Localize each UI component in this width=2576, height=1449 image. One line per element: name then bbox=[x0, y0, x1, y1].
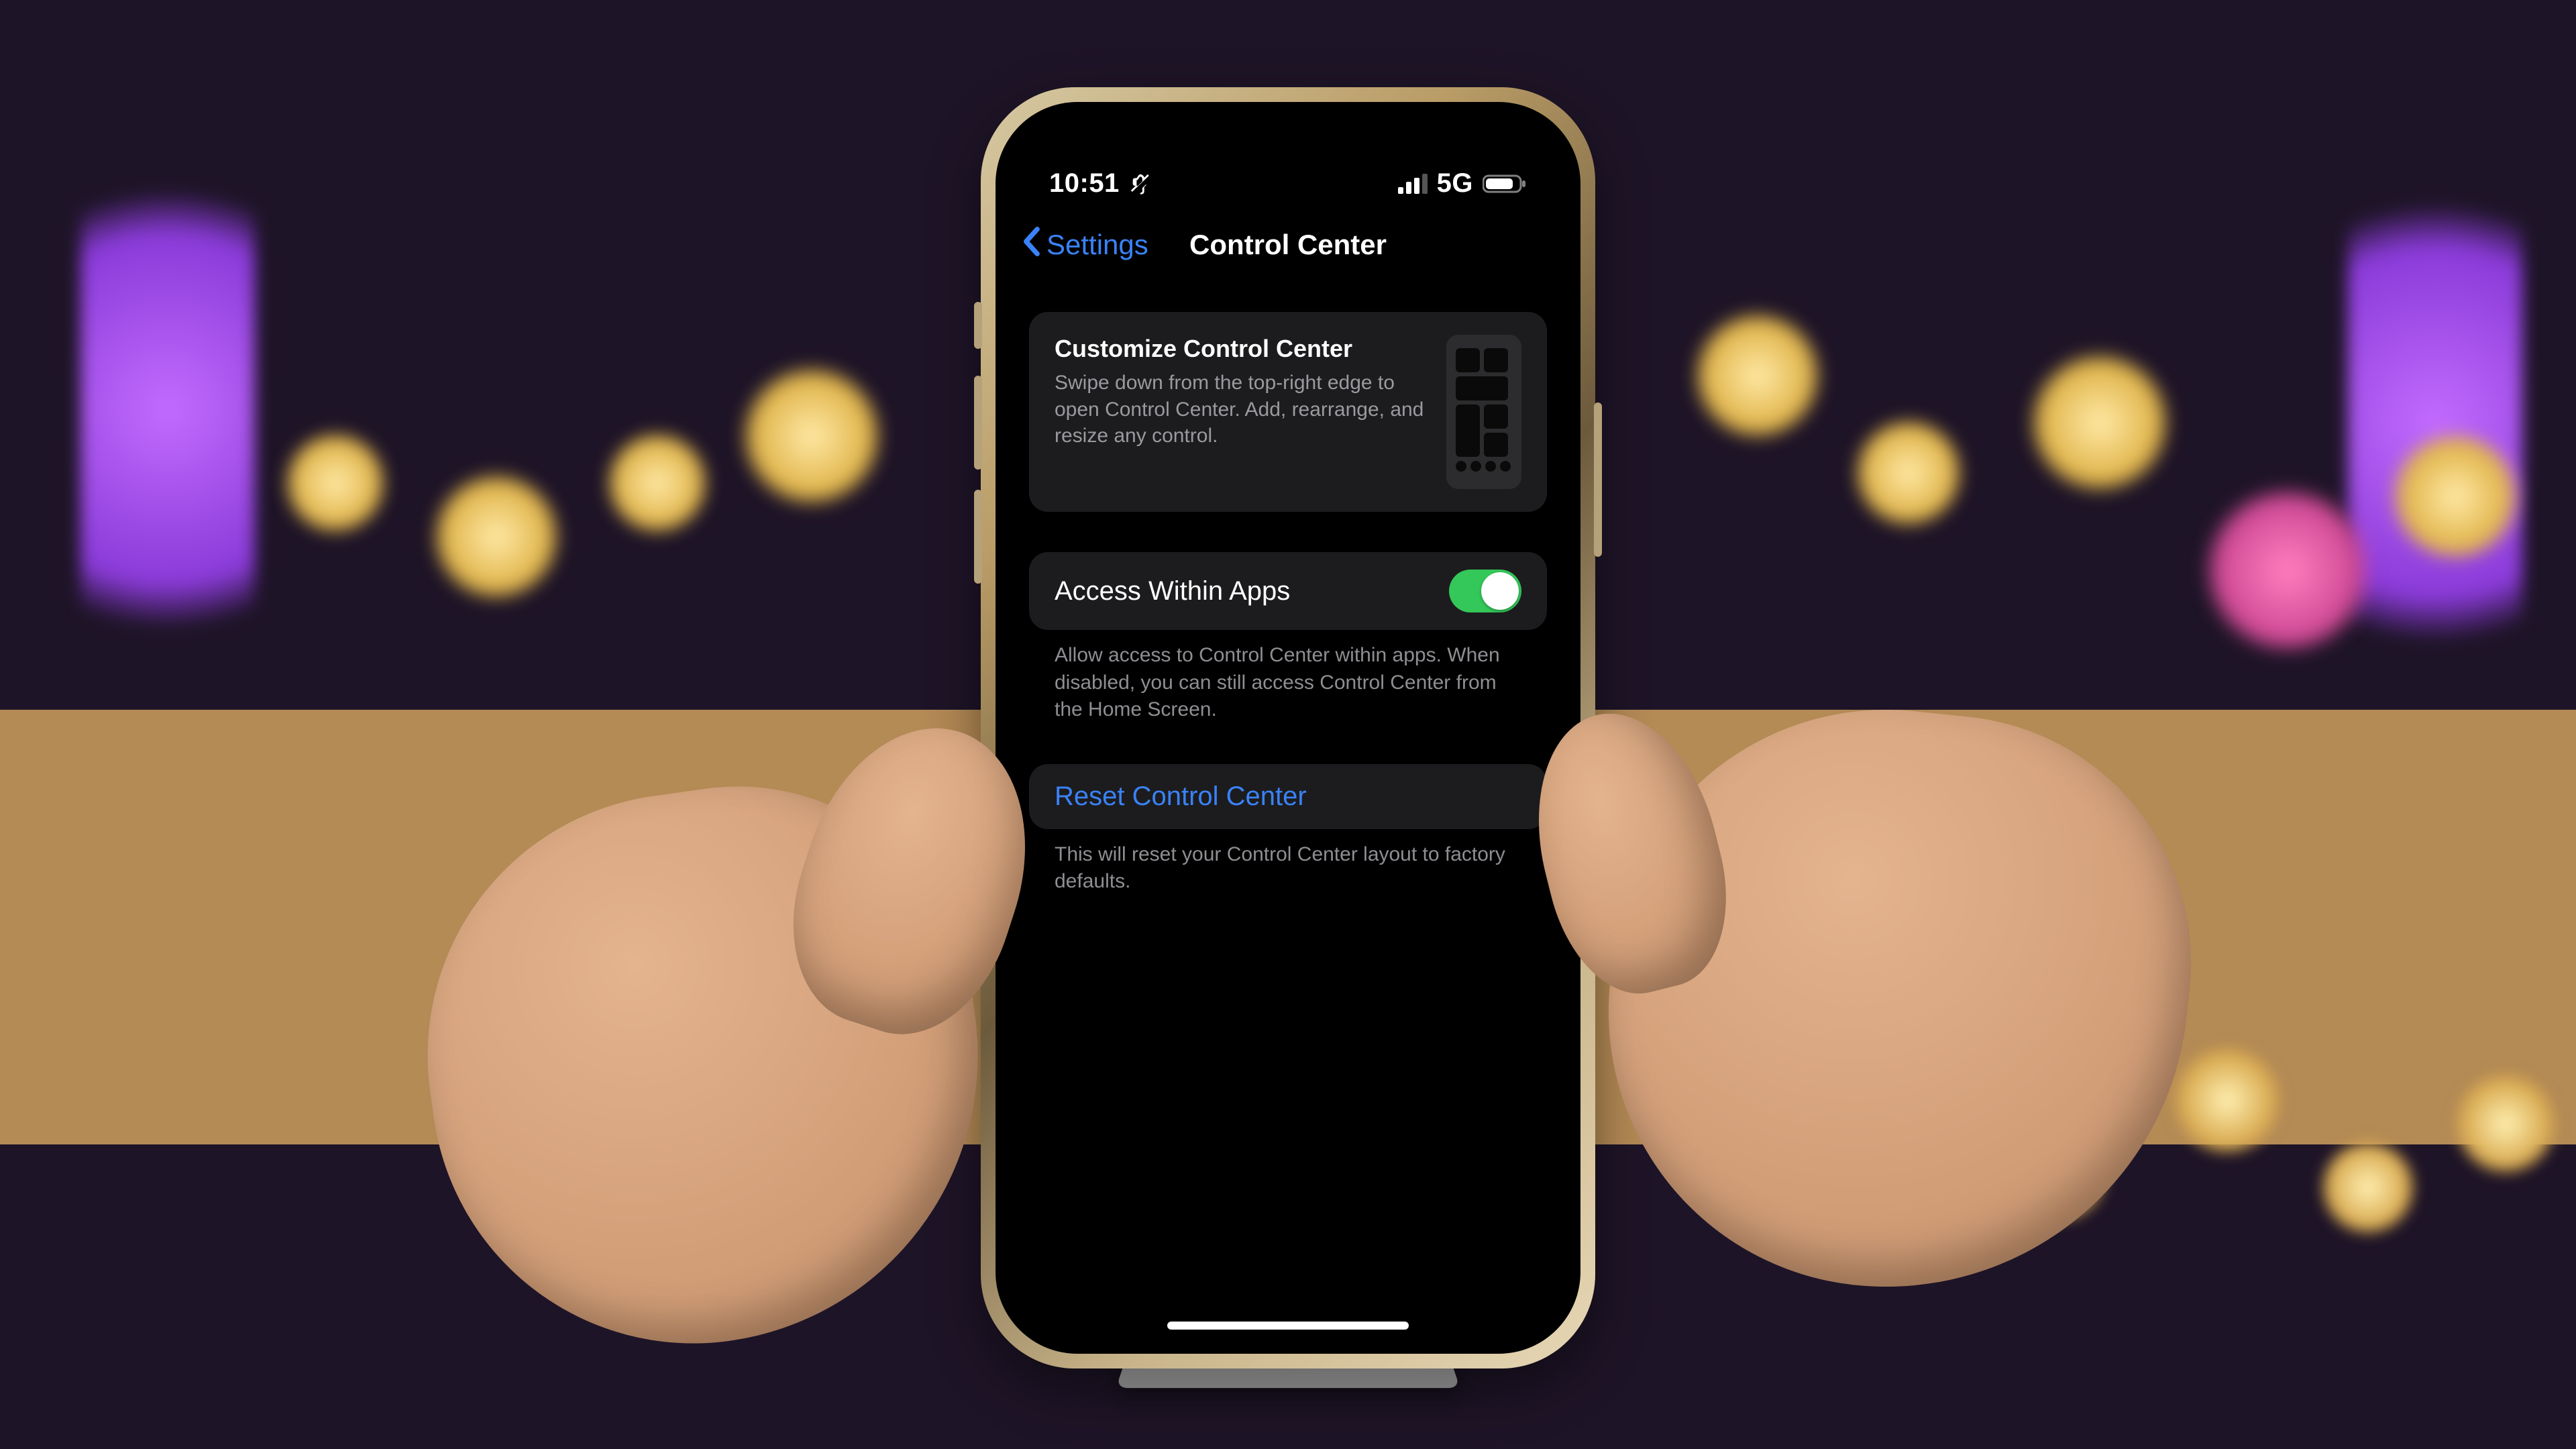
back-button-label: Settings bbox=[1046, 229, 1148, 261]
phone-screen: 10:51 5G bbox=[1002, 109, 1574, 1347]
bokeh-light bbox=[2200, 483, 2375, 657]
cell-signal-icon bbox=[1398, 174, 1428, 194]
nav-title: Control Center bbox=[1189, 229, 1387, 261]
bokeh-light bbox=[282, 429, 389, 537]
battery-icon bbox=[1483, 174, 1527, 194]
home-indicator[interactable] bbox=[1167, 1322, 1409, 1330]
settings-content[interactable]: Customize Control Center Swipe down from… bbox=[1002, 280, 1574, 1347]
bokeh-light bbox=[2321, 1140, 2415, 1234]
mute-switch bbox=[974, 302, 982, 349]
bokeh-light bbox=[80, 107, 255, 711]
customize-subtitle: Swipe down from the top-right edge to op… bbox=[1055, 370, 1428, 449]
bokeh-light bbox=[2455, 1073, 2556, 1174]
access-within-apps-footer: Allow access to Control Center within ap… bbox=[1029, 630, 1547, 724]
bokeh-light bbox=[2388, 429, 2522, 564]
back-button[interactable]: Settings bbox=[1021, 209, 1148, 280]
bokeh-light bbox=[604, 429, 711, 537]
nav-bar: Settings Control Center bbox=[1002, 209, 1574, 280]
bokeh-light bbox=[1851, 416, 1966, 530]
iphone-device: 10:51 5G bbox=[981, 87, 1595, 1368]
reset-control-center-footer: This will reset your Control Center layo… bbox=[1029, 829, 1547, 896]
status-time: 10:51 bbox=[1049, 168, 1120, 199]
customize-control-center-cell[interactable]: Customize Control Center Swipe down from… bbox=[1029, 312, 1547, 512]
control-center-thumbnail bbox=[1446, 335, 1521, 489]
bokeh-light bbox=[2026, 349, 2174, 496]
side-button bbox=[1594, 402, 1602, 557]
reset-control-center-label: Reset Control Center bbox=[1055, 782, 1307, 812]
bokeh-light bbox=[429, 470, 564, 604]
access-within-apps-cell: Access Within Apps bbox=[1029, 552, 1547, 630]
network-type-label: 5G bbox=[1437, 168, 1473, 199]
reset-control-center-cell[interactable]: Reset Control Center bbox=[1029, 764, 1547, 829]
customize-title: Customize Control Center bbox=[1055, 335, 1428, 363]
bokeh-light bbox=[2348, 121, 2522, 724]
silent-mode-icon bbox=[1129, 172, 1152, 195]
dynamic-island bbox=[1181, 138, 1395, 196]
bokeh-light bbox=[738, 362, 885, 510]
access-within-apps-label: Access Within Apps bbox=[1055, 576, 1290, 606]
bokeh-light bbox=[1690, 309, 1825, 443]
bokeh-light bbox=[2174, 1046, 2281, 1154]
access-within-apps-toggle[interactable] bbox=[1449, 570, 1521, 612]
volume-up-button bbox=[974, 376, 982, 470]
chevron-left-icon bbox=[1021, 227, 1041, 263]
volume-down-button bbox=[974, 490, 982, 584]
